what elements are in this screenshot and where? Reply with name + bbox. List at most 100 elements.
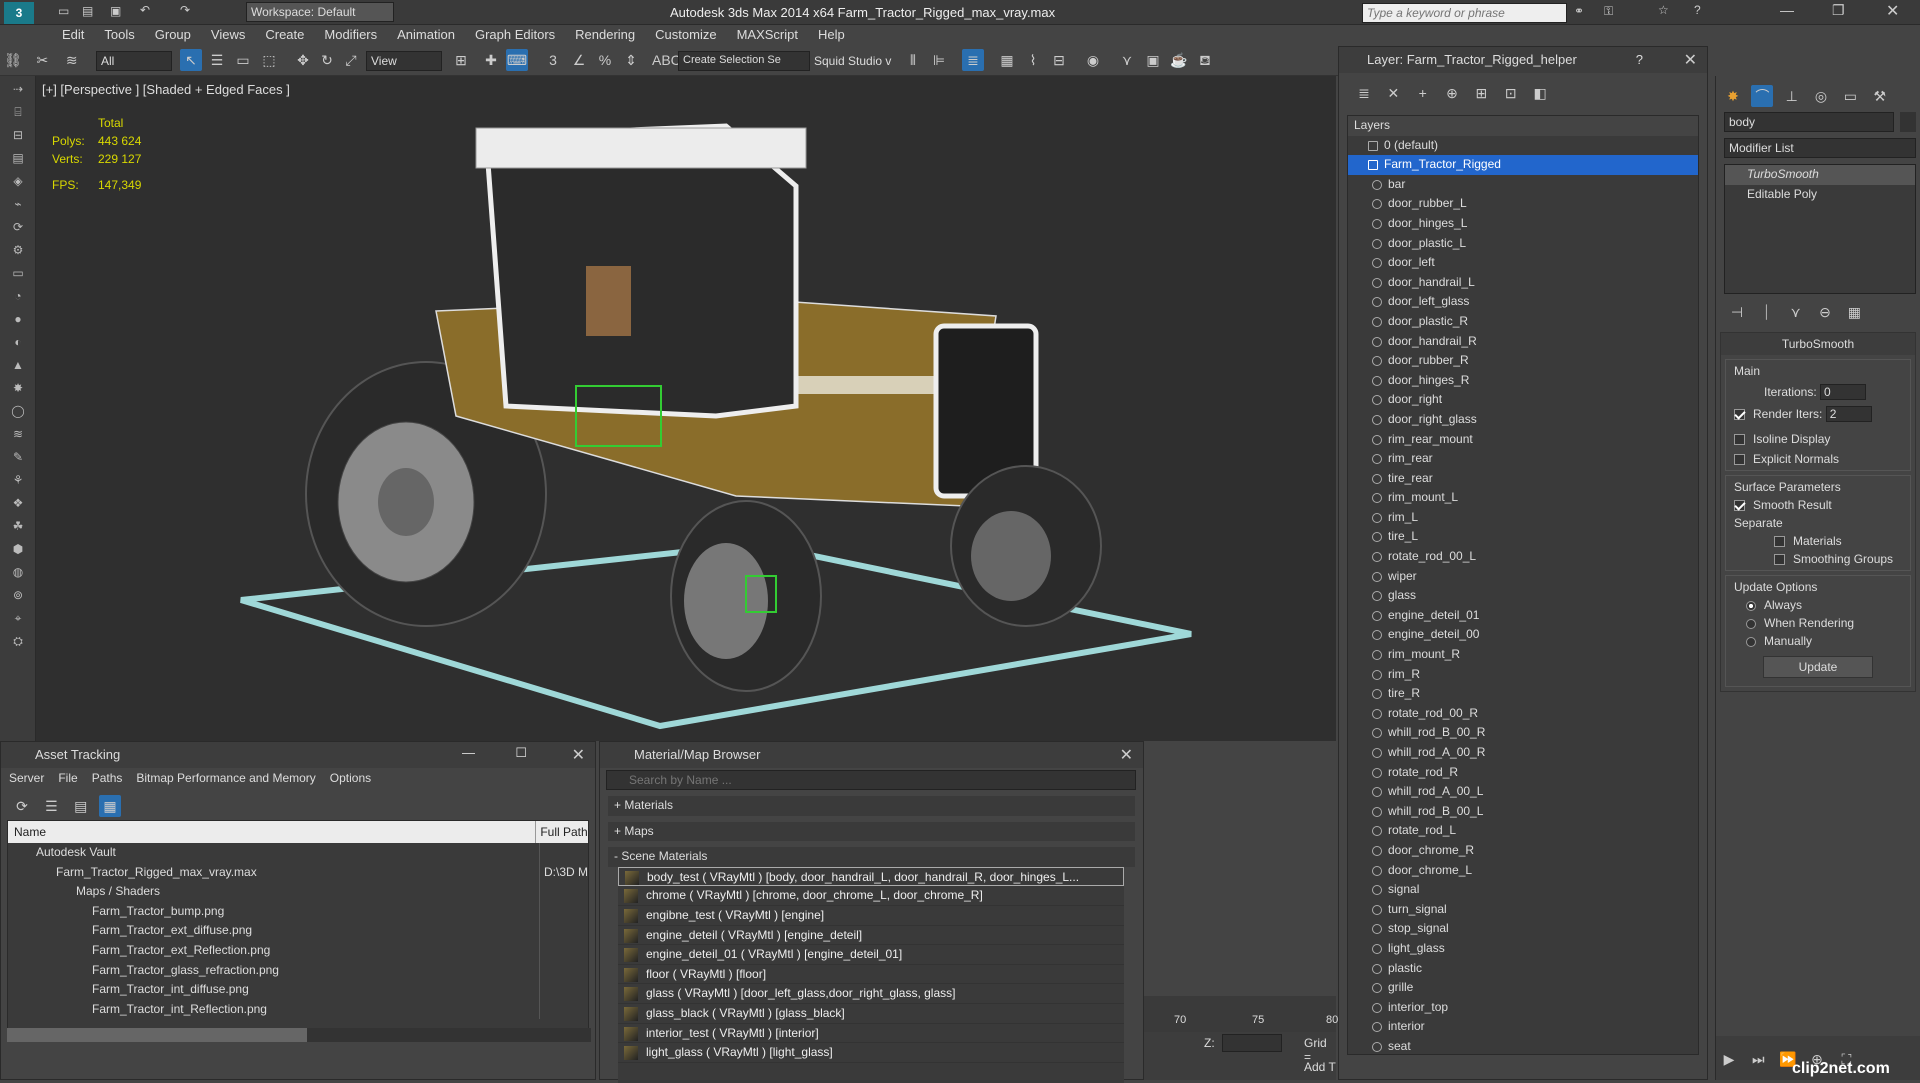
layer-object-item[interactable]: whill_rod_A_00_R — [1348, 743, 1698, 763]
isoline-checkbox[interactable] — [1734, 434, 1745, 446]
star-icon[interactable]: ☆ — [1658, 3, 1669, 17]
menu-rendering[interactable]: Rendering — [565, 25, 645, 44]
undo-icon[interactable]: ↶ — [140, 3, 150, 17]
layer-object-item[interactable]: tire_L — [1348, 527, 1698, 547]
layers-icon[interactable]: ≣ — [1353, 82, 1375, 104]
layer-object-item[interactable]: door_chrome_L — [1348, 861, 1698, 881]
explicit-normals-checkbox[interactable] — [1734, 454, 1745, 466]
scene-material-item[interactable]: interior_test ( VRayMtl ) [interior] — [618, 1024, 1124, 1044]
asset-tracking-titlebar[interactable]: Asset Tracking — ☐ ✕ — [1, 742, 595, 768]
layer-object-item[interactable]: door_right_glass — [1348, 410, 1698, 430]
menu-create[interactable]: Create — [255, 25, 314, 44]
column-full-path[interactable]: Full Path — [536, 821, 588, 843]
curve-editor-icon[interactable]: ⌇ — [1022, 49, 1044, 71]
section-materials[interactable]: + Materials — [608, 796, 1135, 816]
tool-icon-13[interactable]: ▲ — [6, 355, 30, 375]
hide-all-icon[interactable]: ◧ — [1529, 82, 1551, 104]
scale-icon[interactable]: ⤢ — [340, 49, 362, 71]
object-name-field[interactable] — [1724, 112, 1894, 132]
minimize-icon[interactable]: — — [1780, 2, 1794, 18]
update-button[interactable]: Update — [1763, 656, 1873, 678]
motion-tab-icon[interactable]: ◎ — [1810, 85, 1832, 107]
close-icon[interactable]: ✕ — [572, 745, 585, 765]
tool-icon-20[interactable]: ☘ — [6, 516, 30, 536]
grid-view-icon[interactable]: ▦ — [99, 795, 122, 817]
move-icon[interactable]: ✥ — [292, 49, 314, 71]
next-frame-icon[interactable]: ⏭ — [1747, 1048, 1769, 1070]
layer-object-item[interactable]: grille — [1348, 978, 1698, 998]
rollout-title[interactable]: TurboSmooth — [1721, 333, 1915, 355]
layer-object-item[interactable]: glass — [1348, 586, 1698, 606]
always-radio[interactable] — [1746, 600, 1756, 611]
layer-object-item[interactable]: door_rubber_R — [1348, 351, 1698, 371]
smoothing-groups-checkbox[interactable] — [1774, 554, 1785, 566]
app-logo-icon[interactable]: 3 — [4, 2, 34, 24]
menu-animation[interactable]: Animation — [387, 25, 465, 44]
asset-menu-item[interactable]: Options — [330, 771, 371, 785]
menu-tools[interactable]: Tools — [94, 25, 144, 44]
layer-object-item[interactable]: wiper — [1348, 567, 1698, 587]
perspective-viewport[interactable]: [+] [Perspective ] [Shaded + Edged Faces… — [36, 76, 1336, 741]
layer-object-item[interactable]: rotate_rod_00_L — [1348, 547, 1698, 567]
layer-object-item[interactable]: rim_rear_mount — [1348, 430, 1698, 450]
layer-object-item[interactable]: rotate_rod_R — [1348, 763, 1698, 783]
manually-radio[interactable] — [1746, 636, 1756, 647]
layer-object-item[interactable]: interior — [1348, 1017, 1698, 1037]
select-manipulate-icon[interactable]: ✚ — [480, 49, 502, 71]
remove-modifier-icon[interactable]: ⊖ — [1814, 301, 1836, 323]
layer-object-item[interactable]: door_left — [1348, 253, 1698, 273]
layer-object-item[interactable]: turn_signal — [1348, 900, 1698, 920]
tool-icon-10[interactable]: ◔ — [6, 286, 30, 306]
z-field[interactable] — [1222, 1034, 1282, 1052]
tool-icon-9[interactable]: ▭ — [6, 263, 30, 283]
align-icon[interactable]: ⊫ — [928, 49, 950, 71]
window-crossing-icon[interactable]: ⬚ — [258, 49, 280, 71]
material-editor-icon[interactable]: ◉ — [1082, 49, 1104, 71]
modifier-editable-poly[interactable]: Editable Poly — [1725, 185, 1915, 205]
reference-coord-select[interactable]: View — [366, 51, 442, 71]
scene-material-item[interactable]: glass_black ( VRayMtl ) [glass_black] — [618, 1004, 1124, 1024]
pin-stack-icon[interactable]: ⊣ — [1726, 301, 1748, 323]
search-input[interactable] — [1362, 3, 1567, 23]
scene-material-item[interactable]: body_test ( VRayMtl ) [body, door_handra… — [618, 866, 1124, 887]
layer-object-item[interactable]: rim_mount_R — [1348, 645, 1698, 665]
layer-panel-titlebar[interactable]: Layer: Farm_Tractor_Rigged_helper ? ✕ — [1339, 47, 1707, 73]
asset-hscroll[interactable] — [7, 1028, 591, 1042]
create-tab-icon[interactable]: ✸ — [1722, 85, 1744, 107]
tool-icon-16[interactable]: ≋ — [6, 424, 30, 444]
named-selection-set[interactable]: Create Selection Se — [678, 51, 810, 71]
tool-icon-3[interactable]: ⊟ — [6, 125, 30, 145]
menu-graph-editors[interactable]: Graph Editors — [465, 25, 565, 44]
delete-layer-icon[interactable]: ✕ — [1382, 82, 1404, 104]
binoculars-icon[interactable]: ⚭ — [1574, 4, 1584, 18]
smooth-result-checkbox[interactable] — [1734, 500, 1745, 512]
render-iters-checkbox[interactable] — [1734, 409, 1745, 421]
scene-material-item[interactable]: engine_deteil ( VRayMtl ) [engine_deteil… — [618, 926, 1124, 946]
layer-object-item[interactable]: door_hinges_R — [1348, 371, 1698, 391]
materials-checkbox[interactable] — [1774, 536, 1785, 548]
asset-row[interactable]: Autodesk Vault — [8, 843, 588, 863]
layer-object-item[interactable]: door_hinges_L — [1348, 214, 1698, 234]
percent-snap-icon[interactable]: % — [594, 49, 616, 71]
render-setup-icon[interactable]: ⋎ — [1116, 49, 1138, 71]
layer-object-item[interactable]: rim_rear — [1348, 449, 1698, 469]
squid-studio-label[interactable]: Squid Studio v — [814, 54, 891, 68]
render-icon[interactable]: ☕ — [1168, 49, 1190, 71]
render-iters-spinner[interactable]: 2 — [1825, 406, 1872, 422]
layer-object-item[interactable]: door_handrail_L — [1348, 273, 1698, 293]
minimize-icon[interactable]: — — [462, 745, 475, 760]
tool-icon-2[interactable]: ⌸ — [6, 102, 30, 122]
add-time-tag[interactable]: Add T — [1304, 1060, 1336, 1074]
rendered-frame-icon[interactable]: ▣ — [1142, 49, 1164, 71]
highlight-layer-icon[interactable]: ⊡ — [1500, 82, 1522, 104]
layer-object-item[interactable]: door_left_glass — [1348, 292, 1698, 312]
layer-object-item[interactable]: whill_rod_A_00_L — [1348, 782, 1698, 802]
section-scene-materials[interactable]: - Scene Materials — [608, 847, 1135, 867]
spinner-snap-icon[interactable]: ⇕ — [620, 49, 642, 71]
scene-material-item[interactable]: glass ( VRayMtl ) [door_left_glass,door_… — [618, 984, 1124, 1004]
asset-row[interactable]: Farm_Tractor_ext_Reflection.png — [8, 940, 588, 961]
tool-icon-23[interactable]: ⊚ — [6, 585, 30, 605]
hierarchy-tab-icon[interactable]: ⊥ — [1781, 85, 1803, 107]
layer-object-item[interactable]: rotate_rod_00_R — [1348, 704, 1698, 724]
menu-maxscript[interactable]: MAXScript — [727, 25, 808, 44]
